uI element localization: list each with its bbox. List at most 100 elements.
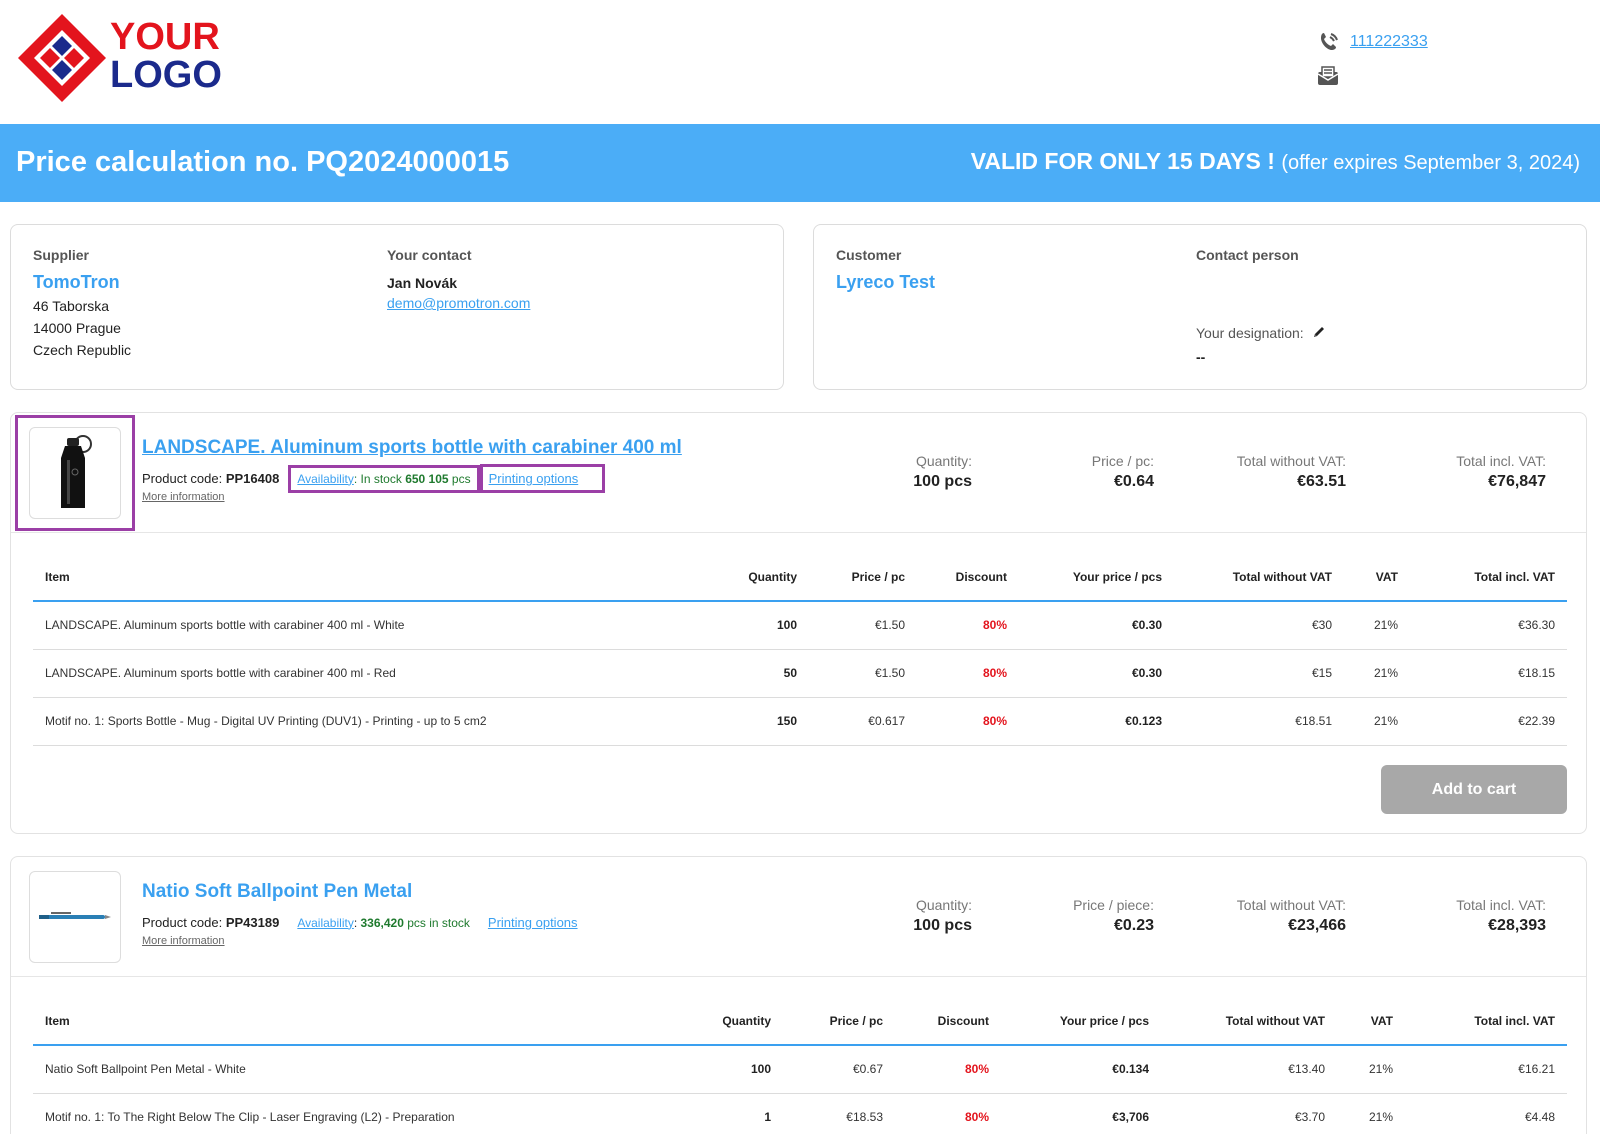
availability-suffix: pcs [448, 471, 471, 486]
supplier-name[interactable]: TomoTron [33, 272, 131, 293]
printing-options-link[interactable]: Printing options [488, 915, 578, 930]
stat-value: €28,393 [1488, 917, 1546, 934]
product-header: Natio Soft Ballpoint Pen Metal Product c… [11, 857, 1586, 977]
stat-value: 100 pcs [913, 917, 972, 934]
stat-price: Price / piece: €0.23 [1073, 897, 1154, 935]
table-cell: €18.15 [1410, 649, 1567, 698]
address-line: Czech Republic [33, 342, 132, 358]
product-code: Product code: PP16408 [142, 471, 279, 486]
product-meta: Product code: PP16408 Availability: In s… [142, 464, 606, 493]
stat-label: Total without VAT: [1236, 453, 1346, 469]
column-header: Quantity [713, 553, 809, 602]
customer-name[interactable]: Lyreco Test [836, 272, 935, 293]
item-name-cell: Motif no. 1: To The Right Below The Clip… [33, 1093, 693, 1134]
product-code-value: PP43189 [225, 915, 280, 930]
table-cell: 21% [1344, 601, 1410, 650]
contact-column: Your contact Jan Novák demo@promotron.co… [387, 247, 530, 313]
stat-value: €63.51 [1297, 473, 1346, 490]
stat-label: Quantity: [915, 453, 972, 469]
item-name-cell: Motif no. 1: Sports Bottle - Mug - Digit… [33, 697, 713, 746]
table-cell: 100 [713, 601, 809, 650]
table-cell: 21% [1344, 697, 1410, 746]
table-cell: €13.40 [1161, 1045, 1337, 1094]
table-cell: €1.50 [809, 601, 917, 650]
designation-row: Your designation: [1196, 325, 1326, 341]
column-header: Price / pc [809, 553, 917, 602]
availability-suffix: pcs in stock [403, 915, 470, 930]
stat-label: Total incl. VAT: [1456, 453, 1546, 469]
printing-options-box: Printing options [482, 911, 602, 934]
stat-label: Total without VAT: [1236, 897, 1346, 913]
table-cell: 50 [713, 649, 809, 698]
product-title-link[interactable]: Natio Soft Ballpoint Pen Metal [142, 881, 412, 903]
mail-row [1316, 62, 1428, 90]
table-cell: €0.617 [809, 697, 917, 746]
table-cell: 80% [917, 697, 1019, 746]
table-cell: €3.70 [1161, 1093, 1337, 1134]
availability-link[interactable]: Availability [297, 472, 353, 486]
more-information-link[interactable]: More information [142, 491, 225, 503]
address-line: 46 Taborska [33, 298, 110, 314]
stat-label: Quantity: [915, 897, 972, 913]
more-information-link[interactable]: More information [142, 935, 225, 947]
table-row: LANDSCAPE. Aluminum sports bottle with c… [33, 601, 1567, 650]
pencil-icon[interactable] [1312, 325, 1326, 339]
column-header: Your price / pcs [1001, 997, 1161, 1046]
availability-prefix: : [353, 915, 361, 930]
column-header: Quantity [693, 997, 783, 1046]
validity-notice: VALID FOR ONLY 15 DAYS ! (offer expires … [971, 148, 1580, 175]
contact-name: Jan Novák [387, 275, 458, 291]
stat-quantity: Quantity: 100 pcs [913, 453, 972, 491]
page-title: Price calculation no. PQ2024000015 [16, 146, 510, 178]
product-items-table: Item Quantity Price / pc Discount Your p… [33, 553, 1567, 746]
item-name-cell: LANDSCAPE. Aluminum sports bottle with c… [33, 601, 713, 650]
table-cell: €0.67 [783, 1045, 895, 1094]
table-header-row: Item Quantity Price / pc Discount Your p… [33, 553, 1567, 602]
availability-info: Availability: 336,420 pcs in stock [291, 912, 476, 934]
table-cell: €36.30 [1410, 601, 1567, 650]
product-thumbnail[interactable] [29, 427, 121, 519]
product-code-value: PP16408 [225, 471, 280, 486]
address-line: 14000 Prague [33, 320, 121, 336]
table-cell: €18.53 [783, 1093, 895, 1134]
product-meta: Product code: PP43189 Availability: 336,… [142, 911, 602, 934]
table-row: Natio Soft Ballpoint Pen Metal - White 10… [33, 1045, 1567, 1094]
availability-link[interactable]: Availability [297, 916, 353, 930]
table-cell: 1 [693, 1093, 783, 1134]
table-cell: 21% [1337, 1093, 1405, 1134]
logo-line-2: LOGO [110, 54, 222, 96]
column-header: Total without VAT [1161, 997, 1337, 1046]
product-code: Product code: PP43189 [142, 915, 279, 930]
table-cell: €18.51 [1174, 697, 1344, 746]
table-body: Natio Soft Ballpoint Pen Metal - White 10… [33, 1045, 1567, 1134]
printing-options-link[interactable]: Printing options [489, 471, 579, 486]
stock-quantity: 650 105 [405, 471, 449, 486]
stat-value: €76,847 [1488, 473, 1546, 490]
stat-total-incl-vat: Total incl. VAT: €28,393 [1456, 897, 1546, 935]
table-row: Motif no. 1: To The Right Below The Clip… [33, 1093, 1567, 1134]
customer-label: Customer [836, 247, 902, 263]
validity-note: (offer expires September 3, 2024) [1281, 152, 1580, 174]
supplier-card: Supplier TomoTron 46 Taborska 14000 Prag… [10, 224, 784, 390]
price-calculation-banner: Price calculation no. PQ2024000015 VALID… [0, 124, 1600, 202]
add-to-cart-button[interactable]: Add to cart [1381, 765, 1567, 814]
bottle-image-icon [61, 435, 92, 508]
stat-label: Price / pc: [1091, 453, 1154, 469]
customer-card: Customer Lyreco Test Contact person Your… [813, 224, 1587, 390]
table-row: LANDSCAPE. Aluminum sports bottle with c… [33, 649, 1567, 698]
table-cell: €0.30 [1019, 649, 1174, 698]
mail-icon[interactable] [1316, 64, 1340, 88]
table-cell: €3,706 [1001, 1093, 1161, 1134]
phone-link[interactable]: 111222333 [1350, 33, 1428, 51]
table-cell: €0.30 [1019, 601, 1174, 650]
product-title-link[interactable]: LANDSCAPE. Aluminum sports bottle with c… [142, 437, 682, 459]
product-code-label: Product code: [142, 915, 223, 930]
table-cell: €22.39 [1410, 697, 1567, 746]
contact-email-link[interactable]: demo@promotron.com [387, 295, 530, 311]
product-thumbnail[interactable] [29, 871, 121, 963]
header-contact: 111222333 [1316, 28, 1428, 90]
stat-price: Price / pc: €0.64 [1092, 453, 1154, 491]
table-header-row: Item Quantity Price / pc Discount Your p… [33, 997, 1567, 1046]
company-logo[interactable]: YOUR LOGO [16, 12, 226, 107]
stat-value: €23,466 [1288, 917, 1346, 934]
